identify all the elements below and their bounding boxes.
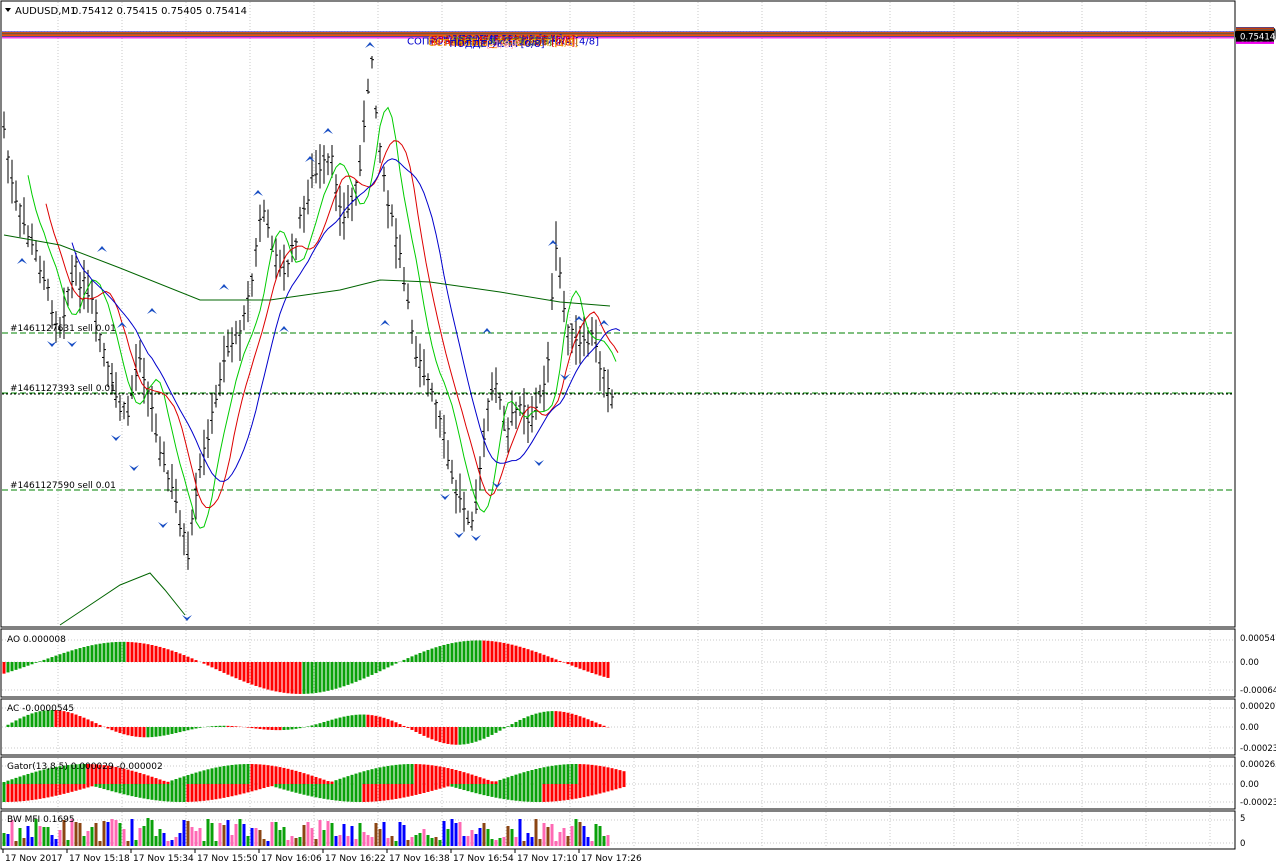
gator-label: Gator(13,8,5) 0.000029 -0.000002 bbox=[7, 762, 163, 772]
main-price-pane[interactable]: СОПРОТИВЛЕНИЕ [8/8]ОСТАНОВКА_РАЗВОРОТ [7… bbox=[0, 0, 1236, 628]
bwmfi-tick-zero: 0 bbox=[1240, 839, 1245, 849]
time-tick: 17 Nov 16:06 bbox=[261, 854, 322, 864]
time-tick: 17 Nov 15:34 bbox=[133, 854, 194, 864]
order-label-2: #1461127393 sell 0.01 bbox=[10, 384, 116, 394]
time-tick: 17 Nov 16:54 bbox=[453, 854, 514, 864]
gator-pane[interactable]: Gator(13,8,5) 0.000029 -0.000002 0.00026… bbox=[0, 756, 1276, 810]
gator-tick-zero: 0.00 bbox=[1240, 780, 1259, 790]
gator-tick-top: 0.000265 bbox=[1240, 760, 1276, 770]
bwmfi-tick-top: 5 bbox=[1240, 814, 1245, 824]
ao-pane[interactable]: AO 0.000008 0.000547 0.00 -0.000643 bbox=[0, 628, 1276, 698]
ac-pane[interactable]: AC -0.0000545 0.000207 0.00 -0.000232 bbox=[0, 698, 1276, 756]
mt4-chart-window[interactable]: СОПРОТИВЛЕНИЕ [8/8]ОСТАНОВКА_РАЗВОРОТ [7… bbox=[0, 0, 1276, 868]
bwmfi-label: BW MFI 0.1695 bbox=[7, 815, 75, 825]
ac-tick-zero: 0.00 bbox=[1240, 723, 1259, 733]
svg-text:0.75414: 0.75414 bbox=[1240, 33, 1275, 43]
ac-tick-top: 0.000207 bbox=[1240, 702, 1276, 712]
price-axis: 0.755400.755250.755100.754950.754800.754… bbox=[1235, 27, 1276, 45]
chart-ohlc: 0.75412 0.75415 0.75405 0.75414 bbox=[72, 6, 247, 17]
ao-label: AO 0.000008 bbox=[7, 635, 66, 645]
ac-label: AC -0.0000545 bbox=[7, 704, 74, 714]
time-axis: 17 Nov 2017 17 Nov 15:18 17 Nov 15:34 17 No… bbox=[2, 849, 642, 864]
price-tags: 0.755310.755120.754930.754740.754550.754… bbox=[1236, 27, 1275, 45]
ao-tick-bottom: -0.000643 bbox=[1240, 686, 1276, 696]
time-tick: 17 Nov 2017 bbox=[5, 854, 63, 864]
murrey-labels: СОПРОТИВЛЕНИЕ [8/8]ОСТАНОВКА_РАЗВОРОТ [7… bbox=[407, 34, 599, 50]
time-tick: 17 Nov 17:10 bbox=[517, 854, 578, 864]
order-label-3: #1461127590 sell 0.01 bbox=[10, 481, 116, 491]
order-label-1: #1461127631 sell 0.01 bbox=[10, 324, 116, 334]
time-tick: 17 Nov 17:26 bbox=[581, 854, 642, 864]
murrey-lines bbox=[2, 31, 1234, 39]
chart-symbol: AUDUSD,M1 bbox=[15, 6, 76, 17]
time-tick: 17 Nov 15:50 bbox=[197, 854, 258, 864]
ac-tick-bottom: -0.000232 bbox=[1240, 744, 1276, 754]
time-tick: 17 Nov 16:38 bbox=[389, 854, 450, 864]
ao-tick-top: 0.000547 bbox=[1240, 634, 1276, 644]
gator-tick-bottom: -0.000239 bbox=[1240, 798, 1276, 808]
time-tick: 17 Nov 15:18 bbox=[69, 854, 130, 864]
ao-tick-zero: 0.00 bbox=[1240, 658, 1259, 668]
murrey-label: [-1/8]P bbox=[486, 39, 520, 50]
time-tick: 17 Nov 16:22 bbox=[325, 854, 386, 864]
bwmfi-pane[interactable]: BW MFI 0.1695 5 0 bbox=[0, 810, 1245, 850]
